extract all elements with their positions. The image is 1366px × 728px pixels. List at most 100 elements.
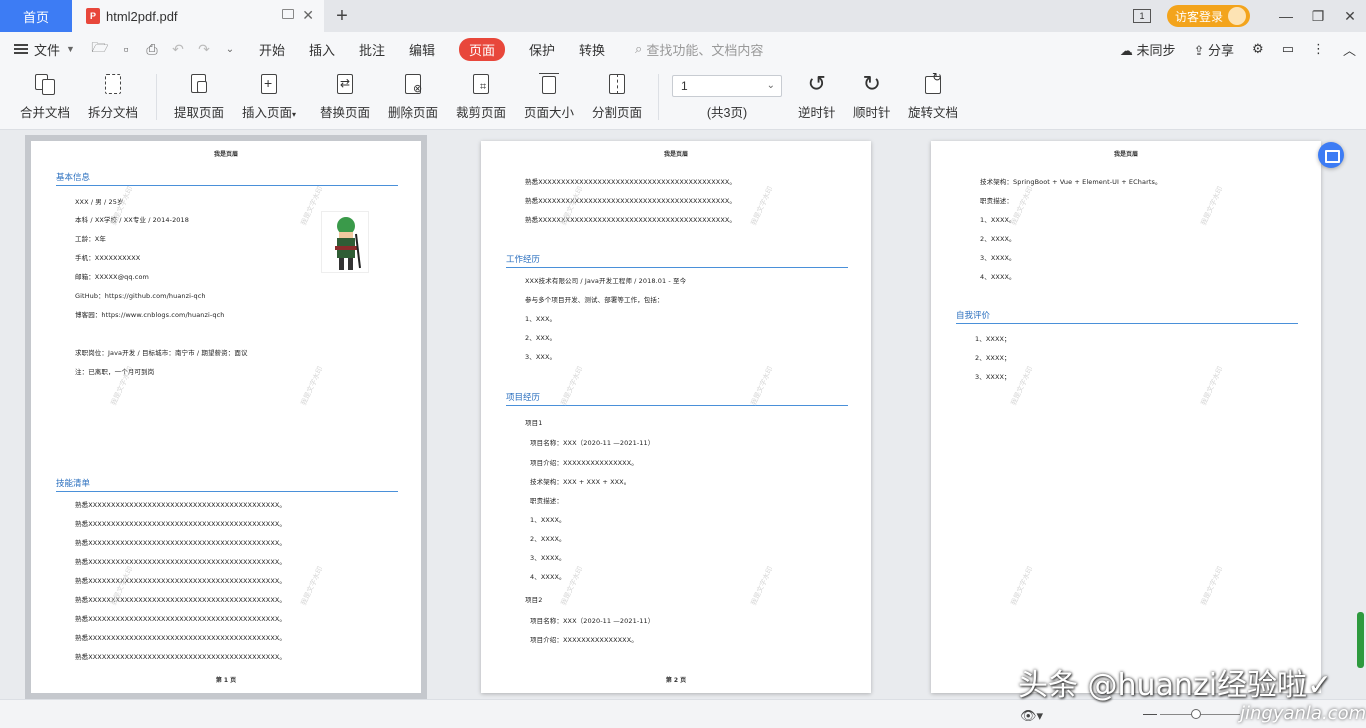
tab-document[interactable]: P html2pdf.pdf ✕ <box>72 0 324 32</box>
skill-line: 熟悉XXXXXXXXXXXXXXXXXXXXXXXXXXXXXXXXXXXXXX… <box>75 653 287 661</box>
replace-label: 替换页面 <box>320 106 371 120</box>
section-title: 自我评价 <box>956 309 1298 324</box>
pdf-page-2[interactable]: 我是页眉 熟悉XXXXXXXXXXXXXXXXXXXXXXXXXXXXXXXXX… <box>481 141 871 693</box>
merge-documents-button[interactable]: 合并文档 <box>20 72 70 126</box>
save-icon[interactable]: ▫ <box>113 39 139 59</box>
watermark: 我是文字水印 <box>1009 365 1035 407</box>
tab-bar: 首页 P html2pdf.pdf ✕ + 1 访客登录 — ❐ ✕ <box>0 0 1366 32</box>
scrollbar-thumb[interactable] <box>1357 612 1364 668</box>
project-line: 项目名称：XXX（2020-11 —2021-11） <box>530 617 655 625</box>
delete-label: 删除页面 <box>388 106 439 120</box>
page-number-value: 1 <box>681 79 688 93</box>
document-workspace[interactable]: 我是页眉 基本信息 XXX / 男 / 25岁 本科 / XX学校 / XX专业… <box>0 131 1366 699</box>
extract-pages-button[interactable]: 提取页面 <box>174 72 224 126</box>
collapse-ribbon-icon[interactable]: ︿ <box>1343 40 1356 59</box>
tab-pin-icon[interactable] <box>282 9 294 19</box>
page-total-label: (共3页) <box>706 106 748 120</box>
print-icon[interactable]: ⎙ <box>139 39 165 59</box>
menu-icon <box>14 44 28 54</box>
share-button[interactable]: ⇪ 分享 <box>1193 40 1234 59</box>
close-window-button[interactable]: ✕ <box>1334 0 1366 32</box>
rotate-ccw-button[interactable]: ↺ 逆时针 <box>798 72 836 126</box>
split-icon <box>101 72 125 96</box>
tab-close-icon[interactable]: ✕ <box>302 7 314 24</box>
watermark: 我是文字水印 <box>749 185 775 227</box>
menu-tab-protect[interactable]: 保护 <box>517 40 567 59</box>
divide-page-button[interactable]: 分割页面 <box>592 72 642 126</box>
cw-label: 顺时针 <box>853 106 891 120</box>
guest-login-label: 访客登录 <box>1174 9 1223 24</box>
project-line: 4、XXXX。 <box>530 573 566 581</box>
comment-icon[interactable]: ▭ <box>1282 41 1294 57</box>
insert-page-icon: + <box>257 72 281 96</box>
quick-access-dropdown-icon[interactable]: ⌄ <box>217 39 243 59</box>
rotate-document-icon: ↻ <box>921 70 945 96</box>
rotate-document-button[interactable]: ↻ 旋转文档 <box>908 70 959 126</box>
tab-home[interactable]: 首页 <box>0 0 72 32</box>
settings-icon[interactable]: ⚙ <box>1252 41 1264 57</box>
pdf-page-1[interactable]: 我是页眉 基本信息 XXX / 男 / 25岁 本科 / XX学校 / XX专业… <box>25 135 427 699</box>
eye-icon[interactable]: 👁▾ <box>1020 708 1043 724</box>
work-line: 参与多个项目开发、测试、部署等工作，包括： <box>525 296 664 304</box>
sync-button[interactable]: ☁ 未同步 <box>1120 40 1176 59</box>
more-icon[interactable]: ⋮ <box>1312 41 1325 57</box>
project-line: 项目1 <box>525 419 543 427</box>
watermark: 我是文字水印 <box>1009 185 1035 227</box>
floating-tool-button[interactable] <box>1318 142 1344 168</box>
page-footer: 第 1 页 <box>215 677 237 684</box>
search-input[interactable]: ⌕ 查找功能、文档内容 <box>635 40 763 59</box>
menu-tab-convert[interactable]: 转换 <box>567 40 617 59</box>
split-label: 拆分文档 <box>88 106 139 120</box>
watermark: 我是文字水印 <box>1009 565 1035 607</box>
crop-page-button[interactable]: ⌗ 裁剪页面 <box>456 72 506 126</box>
menu-tab-page[interactable]: 页面 <box>447 37 517 61</box>
insert-page-button[interactable]: + 插入页面▾ <box>242 72 296 126</box>
rotate-ccw-icon: ↺ <box>807 71 826 96</box>
work-line: 2、XXX。 <box>525 334 557 342</box>
page-layout-icon[interactable]: 1 <box>1132 9 1151 23</box>
menu-tab-edit[interactable]: 编辑 <box>397 40 447 59</box>
extract-label: 提取页面 <box>174 106 225 120</box>
project-line: 4、XXXX。 <box>980 273 1016 281</box>
skill-line: 熟悉XXXXXXXXXXXXXXXXXXXXXXXXXXXXXXXXXXXXXX… <box>75 539 287 547</box>
delete-page-icon: ⊗ <box>401 72 425 96</box>
undo-icon[interactable]: ↶ <box>165 39 191 59</box>
skill-line: 熟悉XXXXXXXXXXXXXXXXXXXXXXXXXXXXXXXXXXXXXX… <box>75 501 287 509</box>
page-number-select[interactable]: 1 ⌄ <box>672 75 782 97</box>
restore-button[interactable]: ❐ <box>1302 0 1334 32</box>
watermark-url: jingyanla.com <box>1240 703 1366 724</box>
zoom-slider-handle[interactable] <box>1191 709 1201 719</box>
skill-line: 熟悉XXXXXXXXXXXXXXXXXXXXXXXXXXXXXXXXXXXXXX… <box>75 520 287 528</box>
guest-login-button[interactable]: 访客登录 <box>1166 5 1250 27</box>
rotate-cw-button[interactable]: ↻ 顺时针 <box>853 72 891 126</box>
info-line: 本科 / XX学校 / XX专业 / 2014-2018 <box>75 216 190 224</box>
file-menu[interactable]: 文件 ▼ <box>0 40 87 59</box>
open-folder-icon[interactable]: 🗁 <box>87 39 113 59</box>
split-document-button[interactable]: 拆分文档 <box>88 72 138 126</box>
caret-down-icon: ▾ <box>292 110 297 119</box>
rotate-doc-label: 旋转文档 <box>908 106 959 120</box>
menu-tab-insert[interactable]: 插入 <box>297 40 347 59</box>
project-line: 技术架构：SpringBoot + Vue + Element-UI + ECh… <box>980 178 1162 186</box>
insert-page-text: 插入页面 <box>242 106 293 120</box>
section-title: 基本信息 <box>56 171 398 186</box>
delete-page-button[interactable]: ⊗ 删除页面 <box>388 72 438 126</box>
redo-icon[interactable]: ↷ <box>191 39 217 59</box>
title-right: 1 访客登录 — ❐ ✕ <box>1132 0 1366 32</box>
zoom-out-button[interactable]: — <box>1143 705 1157 721</box>
skill-line: 熟悉XXXXXXXXXXXXXXXXXXXXXXXXXXXXXXXXXXXXXX… <box>75 577 287 585</box>
menu-tab-start[interactable]: 开始 <box>247 40 297 59</box>
minimize-button[interactable]: — <box>1270 0 1302 32</box>
availability-note: 注：已离职，一个月可到岗 <box>75 368 155 376</box>
replace-page-button[interactable]: ⇄ 替换页面 <box>320 72 370 126</box>
share-label: 分享 <box>1208 42 1235 58</box>
new-tab-button[interactable]: + <box>324 0 360 32</box>
project-line: 项目名称：XXX（2020-11 —2021-11） <box>530 439 655 447</box>
evaluation-line: 1、XXXX； <box>975 335 1011 343</box>
rotate-cw-icon: ↻ <box>862 71 881 96</box>
page-size-button[interactable]: 页面大小 <box>524 72 574 126</box>
pdf-page-3[interactable]: 我是页眉 技术架构：SpringBoot + Vue + Element-UI … <box>931 141 1321 693</box>
info-line: 邮箱：XXXXX@qq.com <box>75 273 149 281</box>
menu-tab-comment[interactable]: 批注 <box>347 40 397 59</box>
chevron-down-icon: ▼ <box>66 44 75 54</box>
